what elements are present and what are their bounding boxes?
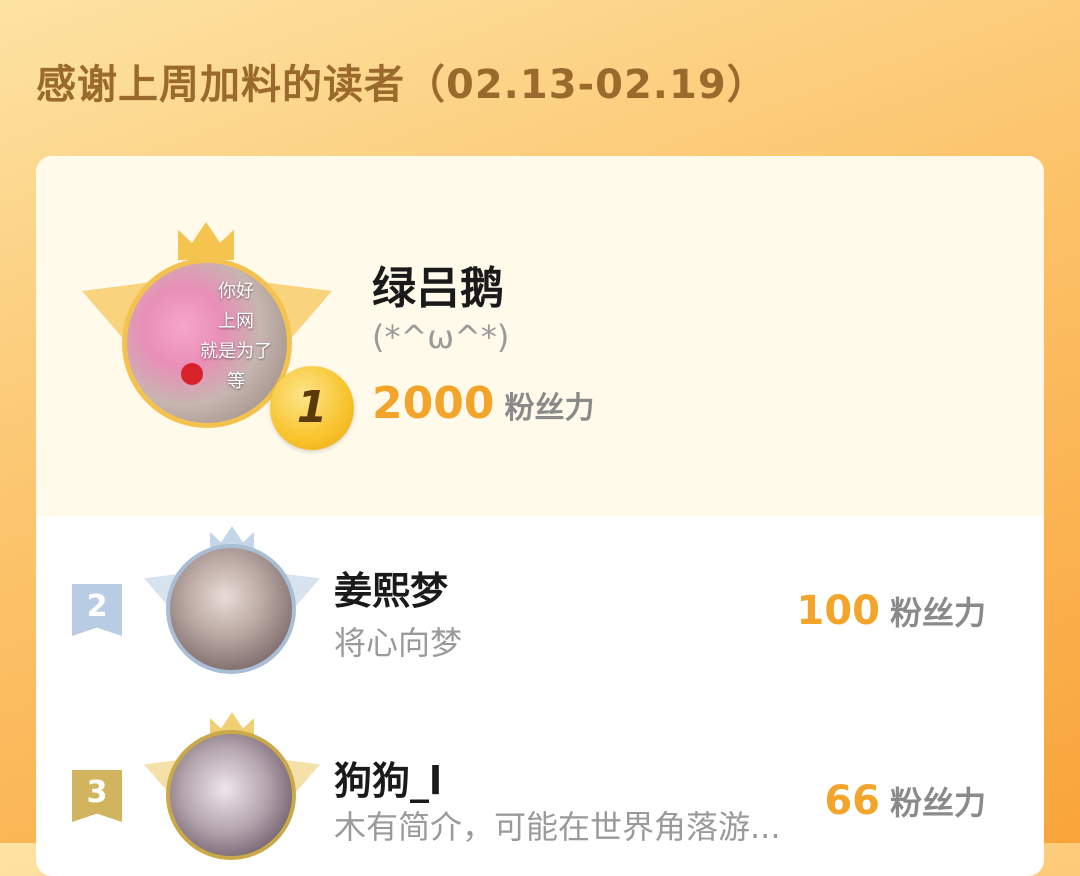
rank-1-medal: 1 (270, 366, 354, 450)
reader-name[interactable]: 狗狗_l (334, 750, 442, 805)
page-title: 感谢上周加料的读者（02.13-02.19） (36, 62, 768, 108)
reader-bio: 木有简介，可能在世界角落游... (334, 808, 781, 846)
reader-score: 100 粉丝力 (796, 588, 986, 634)
ranking-card: 你好 上网 就是为了 等 1 绿吕鹅 (*^ω^*) 2000 粉丝力 2 姜熙梦… (36, 156, 1044, 876)
score-unit: 粉丝力 (504, 391, 595, 426)
avatar-frame[interactable] (144, 712, 320, 872)
score-value: 100 (796, 588, 880, 634)
reader-bio: (*^ω^*) (372, 318, 510, 356)
reader-name[interactable]: 姜熙梦 (334, 560, 448, 615)
score-value: 2000 (372, 378, 495, 429)
avatar[interactable] (166, 544, 296, 674)
reader-score: 66 粉丝力 (824, 778, 986, 824)
score-unit: 粉丝力 (889, 784, 986, 822)
reader-name[interactable]: 绿吕鹅 (372, 252, 504, 316)
avatar-frame[interactable] (144, 526, 320, 686)
top-reader-avatar-frame[interactable]: 你好 上网 就是为了 等 1 (82, 222, 354, 462)
list-item[interactable]: 3 狗狗_l 木有简介，可能在世界角落游... 66 粉丝力 (36, 712, 1044, 876)
avatar-caption: 你好 上网 就是为了 等 (200, 281, 272, 392)
avatar[interactable]: 你好 上网 就是为了 等 (122, 258, 292, 428)
reader-score: 2000 粉丝力 (372, 378, 594, 429)
reader-bio: 将心向梦 (334, 624, 463, 662)
score-value: 66 (824, 778, 880, 824)
rank-2-badge: 2 (72, 584, 122, 636)
list-item[interactable]: 2 姜熙梦 将心向梦 100 粉丝力 (36, 518, 1044, 698)
rank-3-badge: 3 (72, 770, 122, 822)
score-unit: 粉丝力 (889, 594, 986, 632)
crown-icon (178, 222, 234, 260)
top-reader-panel[interactable]: 你好 上网 就是为了 等 1 绿吕鹅 (*^ω^*) 2000 粉丝力 (36, 156, 1044, 516)
avatar[interactable] (166, 730, 296, 860)
